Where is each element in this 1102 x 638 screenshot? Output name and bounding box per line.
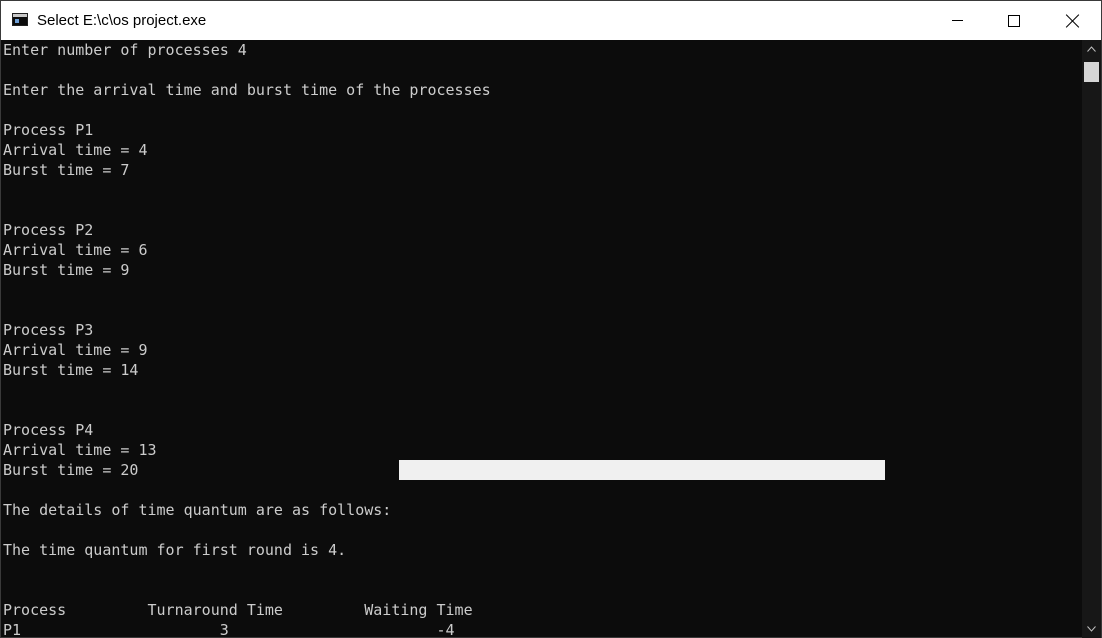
console-line: Arrival time = 6 [3, 241, 148, 259]
console-icon-bar [13, 14, 27, 17]
console-line: Enter the arrival time and burst time of… [3, 81, 491, 99]
console-line: Burst time = 9 [3, 261, 130, 279]
text-selection-highlight[interactable] [399, 460, 885, 480]
console-line: Burst time = 7 [3, 161, 130, 179]
console-line: Arrival time = 4 [3, 141, 148, 159]
scroll-up-button[interactable] [1082, 40, 1101, 58]
close-icon [1066, 14, 1080, 28]
console-line: P1 3 -4 [3, 621, 455, 638]
close-button[interactable] [1050, 1, 1096, 40]
minimize-icon [951, 20, 963, 21]
console-icon-dot [15, 19, 19, 23]
console-app-icon[interactable] [12, 13, 28, 26]
console-line: Burst time = 14 [3, 361, 139, 379]
vertical-scrollbar[interactable] [1082, 40, 1101, 638]
console-line: Process P2 [3, 221, 94, 239]
maximize-button[interactable] [991, 1, 1037, 40]
console-line: Arrival time = 9 [3, 341, 148, 359]
minimize-button[interactable] [934, 1, 980, 40]
console-line: Enter number of processes 4 [3, 41, 247, 59]
console-line: The time quantum for first round is 4. [3, 541, 347, 559]
console-line: Process P4 [3, 421, 94, 439]
chevron-up-icon [1087, 46, 1096, 52]
console-window: Select E:\c\os project.exe Enter number … [0, 0, 1102, 638]
console-line: The details of time quantum are as follo… [3, 501, 392, 519]
scrollbar-thumb[interactable] [1084, 62, 1099, 82]
maximize-icon [1008, 14, 1020, 27]
window-title: Select E:\c\os project.exe [37, 12, 207, 29]
chevron-down-icon [1087, 626, 1096, 632]
console-line: Process Turnaround Time Waiting Time [3, 601, 473, 619]
console-output[interactable]: Enter number of processes 4 Enter the ar… [3, 40, 1081, 638]
console-line: Arrival time = 13 [3, 441, 157, 459]
console-line: Process P1 [3, 121, 94, 139]
title-bar[interactable]: Select E:\c\os project.exe [1, 1, 1101, 40]
console-line: Process P3 [3, 321, 94, 339]
scroll-down-button[interactable] [1082, 620, 1101, 638]
